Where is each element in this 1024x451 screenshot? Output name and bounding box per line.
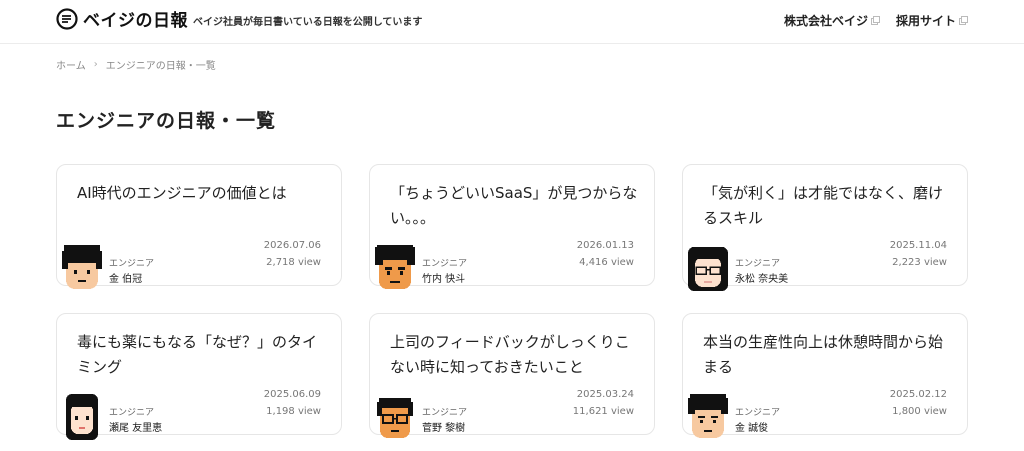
card-views: 4,416 view (579, 257, 634, 268)
external-link-icon (870, 16, 880, 25)
site-header: ベイジの日報 ベイジ社員が毎日書いている日報を公開しています 株式会社ベイジ 採… (0, 0, 1024, 44)
author-avatar (377, 398, 413, 438)
breadcrumb: ホーム › エンジニアの日報・一覧 (56, 57, 216, 72)
card-date: 2025.02.12 (889, 389, 947, 400)
author-avatar (375, 245, 415, 289)
card-date: 2026.07.06 (263, 240, 321, 251)
card-views: 1,800 view (892, 406, 947, 417)
report-card[interactable]: 上司のフィードバックがしっくりこない時に知っておきたいこと 2025.03.24… (369, 313, 655, 438)
report-card[interactable]: AI時代のエンジニアの価値とは 2026.07.06 2,718 view エン… (56, 164, 342, 289)
author-avatar (66, 394, 98, 440)
site-logo[interactable]: ベイジの日報 (56, 6, 188, 31)
author-name: 菅野 黎樹 (422, 423, 466, 434)
report-card[interactable]: 毒にも薬にもなる「なぜ？」のタイミング 2025.06.09 1,198 vie… (56, 313, 342, 440)
author-role: エンジニア (735, 259, 781, 269)
author-name: 金 誠俊 (735, 423, 769, 434)
card-date: 2025.06.09 (263, 389, 321, 400)
report-card[interactable]: 本当の生産性向上は休憩時間から始まる 2025.02.12 1,800 view… (682, 313, 968, 438)
card-date: 2025.11.04 (889, 240, 947, 251)
card-date: 2026.01.13 (576, 240, 634, 251)
report-card[interactable]: 「ちょうどいいSaaS」が見つからない。。。 2026.01.13 4,416 … (369, 164, 655, 289)
card-title: 毒にも薬にもなる「なぜ？」のタイミング (77, 333, 318, 376)
author-role: エンジニア (735, 408, 781, 418)
nav-link-label: 採用サイト (895, 14, 956, 28)
card-views: 2,718 view (266, 257, 321, 268)
card-views: 11,621 view (572, 406, 634, 417)
breadcrumb-home[interactable]: ホーム (56, 57, 86, 72)
author-avatar (688, 247, 728, 291)
author-name: 永松 奈央美 (735, 274, 789, 285)
nav-link-company[interactable]: 株式会社ベイジ (784, 12, 880, 29)
logo-text: ベイジの日報 (83, 11, 188, 31)
author-role: エンジニア (109, 408, 155, 418)
author-name: 瀬尾 友里恵 (109, 423, 163, 434)
card-views: 2,223 view (892, 257, 947, 268)
author-name: 竹内 快斗 (422, 274, 466, 285)
header-nav: 株式会社ベイジ 採用サイト (784, 12, 968, 29)
nav-link-label: 株式会社ベイジ (783, 14, 868, 28)
site-tagline: ベイジ社員が毎日書いている日報を公開しています (193, 17, 423, 28)
card-title: 「気が利く」は才能ではなく、磨けるスキル (703, 184, 944, 227)
author-avatar (688, 394, 728, 438)
card-title: 本当の生産性向上は休憩時間から始まる (703, 333, 944, 376)
chevron-right-icon: › (93, 59, 98, 70)
page-title: エンジニアの日報・一覧 (56, 110, 277, 132)
card-title: 上司のフィードバックがしっくりこない時に知っておきたいこと (390, 333, 630, 376)
logo-icon (56, 7, 78, 30)
breadcrumb-current: エンジニアの日報・一覧 (105, 61, 216, 72)
author-name: 金 伯冠 (109, 274, 143, 285)
card-title: 「ちょうどいいSaaS」が見つからない。。。 (390, 184, 638, 227)
author-avatar (62, 245, 102, 289)
author-role: エンジニア (109, 259, 155, 269)
author-role: エンジニア (422, 259, 468, 269)
author-role: エンジニア (422, 408, 468, 418)
report-card[interactable]: 「気が利く」は才能ではなく、磨けるスキル 2025.11.04 2,223 vi… (682, 164, 968, 291)
card-views: 1,198 view (266, 406, 321, 417)
card-date: 2025.03.24 (576, 389, 634, 400)
external-link-icon (959, 16, 968, 25)
nav-link-recruit[interactable]: 採用サイト (896, 12, 968, 29)
card-title: AI時代のエンジニアの価値とは (77, 184, 287, 202)
